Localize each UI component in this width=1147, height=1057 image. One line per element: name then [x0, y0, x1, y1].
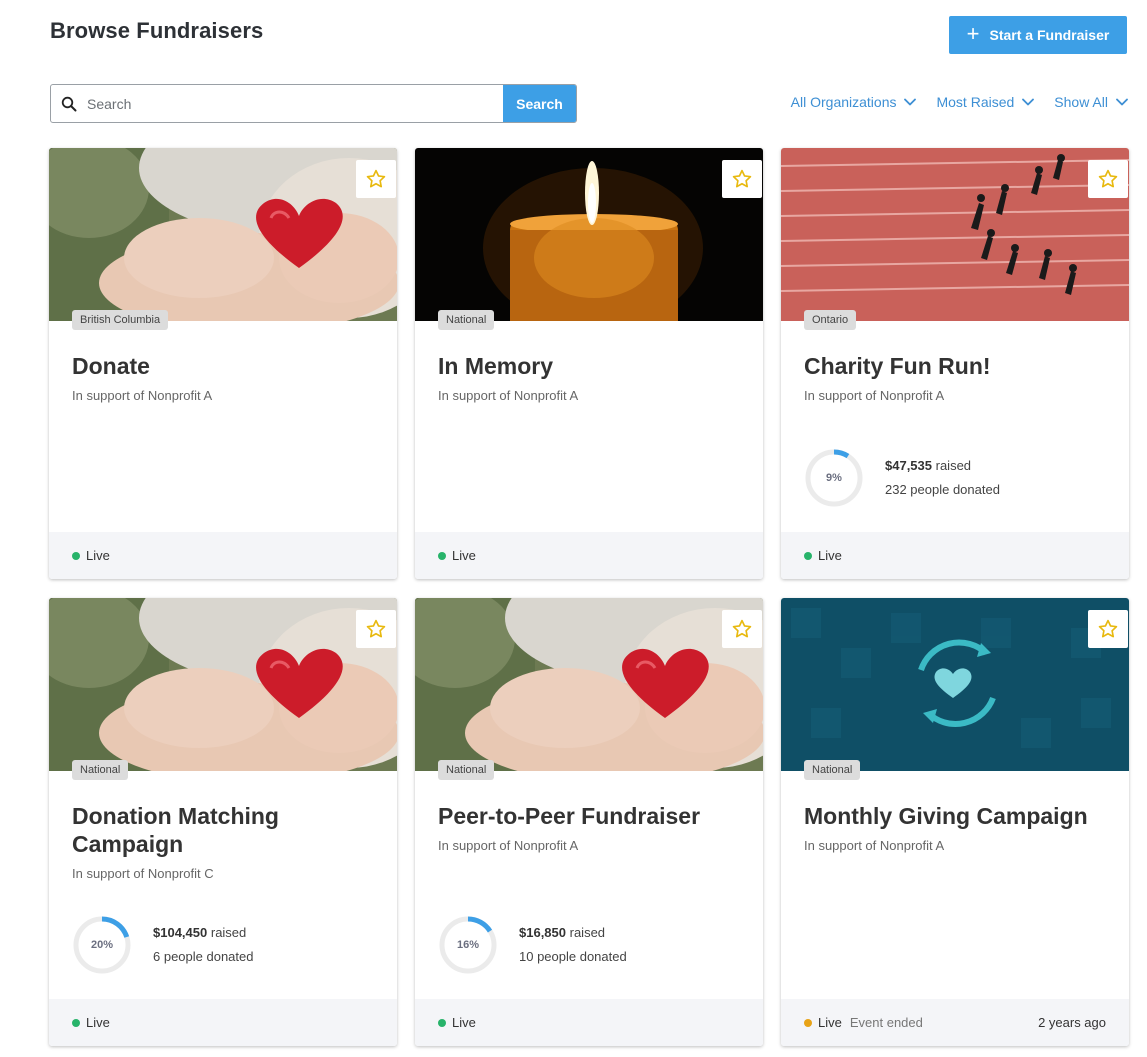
- card-support-text: In support of Nonprofit C: [72, 866, 214, 881]
- fundraiser-image: [415, 148, 763, 321]
- raised-suffix: raised: [569, 925, 606, 940]
- page-title: Browse Fundraisers: [50, 18, 264, 43]
- star-icon: [365, 618, 387, 640]
- star-icon: [1097, 618, 1119, 640]
- status-label: Live: [86, 1015, 110, 1030]
- favorite-button[interactable]: [722, 610, 762, 648]
- fundraiser-stats: $104,450 raised 6 people donated: [153, 921, 253, 969]
- fundraiser-image: [49, 148, 397, 321]
- progress-percent: 20%: [90, 939, 114, 951]
- search-button[interactable]: Search: [503, 85, 576, 122]
- favorite-button[interactable]: [356, 610, 396, 648]
- region-badge: National: [438, 310, 495, 330]
- star-icon: [1097, 168, 1119, 190]
- card-footer: Live: [415, 999, 763, 1046]
- fundraiser-card[interactable]: National Donation Matching Campaign In s…: [49, 598, 397, 1046]
- status-filter[interactable]: Show All: [1054, 94, 1128, 110]
- card-support-text: In support of Nonprofit A: [804, 838, 945, 853]
- fundraiser-image: [781, 598, 1129, 771]
- favorite-button[interactable]: [356, 160, 396, 198]
- raised-suffix: raised: [210, 925, 247, 940]
- start-fundraiser-button[interactable]: + Start a Fundraiser: [949, 16, 1127, 54]
- plus-icon: +: [966, 21, 980, 46]
- status-label: Live: [86, 548, 110, 563]
- region-badge: Ontario: [804, 310, 857, 330]
- fundraiser-stats: $16,850 raised 10 people donated: [519, 921, 627, 969]
- card-title[interactable]: Peer-to-Peer Fundraiser: [438, 802, 743, 830]
- raised-amount: $16,850: [519, 925, 566, 940]
- status-dot: [72, 551, 80, 560]
- search-bar: Search: [50, 84, 577, 123]
- status-dot: [804, 551, 812, 560]
- chevron-down-icon: [904, 98, 916, 106]
- fundraiser-image: [49, 598, 397, 771]
- start-fundraiser-label: Start a Fundraiser: [989, 27, 1110, 43]
- fundraiser-image: [415, 598, 763, 771]
- search-input[interactable]: [87, 85, 503, 122]
- fundraiser-card[interactable]: National In Memory In support of Nonprof…: [415, 148, 763, 579]
- status-dot: [72, 1018, 80, 1027]
- region-badge: British Columbia: [72, 310, 169, 330]
- card-title[interactable]: Donation Matching Campaign: [72, 802, 377, 858]
- region-badge: National: [804, 760, 861, 780]
- organization-filter-label: All Organizations: [790, 94, 897, 110]
- star-icon: [731, 168, 753, 190]
- favorite-button[interactable]: [722, 160, 762, 198]
- status-filter-label: Show All: [1054, 94, 1108, 110]
- status-dot: [438, 551, 446, 560]
- ended-label: Event ended: [849, 1015, 923, 1030]
- card-title[interactable]: Donate: [72, 352, 377, 380]
- card-support-text: In support of Nonprofit A: [72, 388, 213, 403]
- sort-filter-label: Most Raised: [936, 94, 1015, 110]
- card-title[interactable]: In Memory: [438, 352, 743, 380]
- status-label: Live: [818, 548, 842, 563]
- card-support-text: In support of Nonprofit A: [438, 838, 579, 853]
- donor-count: 10 people donated: [519, 949, 627, 964]
- time-ago: 2 years ago: [1038, 1015, 1106, 1030]
- card-support-text: In support of Nonprofit A: [804, 388, 945, 403]
- card-footer: Live Event ended 2 years ago: [781, 999, 1129, 1046]
- filter-bar: All Organizations Most Raised Show All: [791, 94, 1128, 110]
- status-label: Live: [452, 1015, 476, 1030]
- status-dot: [438, 1018, 446, 1027]
- fundraiser-card[interactable]: National Peer-to-Peer Fundraiser In supp…: [415, 598, 763, 1046]
- raised-amount: $47,535: [885, 458, 932, 473]
- progress-percent: 9%: [826, 472, 842, 484]
- status-dot: [804, 1018, 812, 1027]
- progress-percent: 16%: [456, 939, 480, 951]
- status-label: Live: [452, 548, 476, 563]
- donor-count: 232 people donated: [885, 482, 1000, 497]
- region-badge: National: [72, 760, 129, 780]
- fundraiser-card[interactable]: Ontario Charity Fun Run! In support of N…: [781, 148, 1129, 579]
- star-icon: [365, 168, 387, 190]
- progress-ring: 16%: [438, 915, 498, 975]
- card-support-text: In support of Nonprofit A: [438, 388, 579, 403]
- card-footer: Live: [49, 532, 397, 579]
- fundraiser-card[interactable]: British Columbia Donate In support of No…: [49, 148, 397, 579]
- fundraiser-image: [781, 148, 1129, 321]
- organization-filter[interactable]: All Organizations: [791, 94, 917, 110]
- raised-amount: $104,450: [153, 925, 208, 940]
- card-footer: Live: [415, 532, 763, 579]
- fundraiser-card[interactable]: National Monthly Giving Campaign In supp…: [781, 598, 1129, 1046]
- favorite-button[interactable]: [1088, 610, 1128, 648]
- region-badge: National: [438, 760, 495, 780]
- progress-ring: 9%: [804, 448, 864, 508]
- favorite-button[interactable]: [1088, 160, 1128, 198]
- card-title[interactable]: Monthly Giving Campaign: [804, 802, 1109, 830]
- card-title[interactable]: Charity Fun Run!: [804, 352, 1109, 380]
- status-label: Live: [818, 1015, 842, 1030]
- fundraiser-stats: $47,535 raised 232 people donated: [885, 454, 1000, 502]
- search-icon: [51, 85, 87, 122]
- chevron-down-icon: [1022, 98, 1034, 106]
- chevron-down-icon: [1116, 98, 1128, 106]
- raised-suffix: raised: [935, 458, 972, 473]
- card-footer: Live: [49, 999, 397, 1046]
- donor-count: 6 people donated: [153, 949, 254, 964]
- star-icon: [731, 618, 753, 640]
- progress-ring: 20%: [72, 915, 132, 975]
- card-footer: Live: [781, 532, 1129, 579]
- sort-filter[interactable]: Most Raised: [936, 94, 1034, 110]
